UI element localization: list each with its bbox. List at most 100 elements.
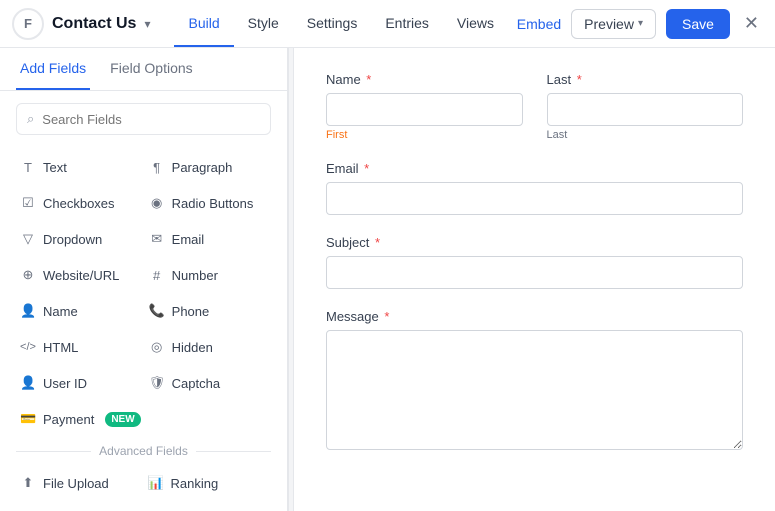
field-checkboxes[interactable]: ☑ Checkboxes — [16, 186, 145, 220]
email-required: * — [361, 161, 370, 176]
nav-settings[interactable]: Settings — [293, 1, 372, 47]
field-paragraph[interactable]: ¶ Paragraph — [145, 151, 271, 184]
last-sub-label: Last — [547, 129, 744, 141]
field-html[interactable]: </> HTML — [16, 330, 145, 364]
field-userid-label: User ID — [43, 376, 87, 391]
field-file-upload[interactable]: ⬆ File Upload — [16, 466, 144, 500]
ranking-icon: 📊 — [148, 475, 164, 491]
email-input[interactable] — [326, 182, 743, 215]
advanced-fields-grid: ⬆ File Upload 📊 Ranking — [16, 466, 271, 500]
last-name-input[interactable] — [547, 93, 744, 126]
save-button[interactable]: Save — [666, 9, 730, 39]
field-payment-label: Payment — [43, 412, 94, 427]
preview-button[interactable]: Preview ▾ — [571, 9, 656, 39]
field-radio[interactable]: ◉ Radio Buttons — [145, 186, 271, 220]
field-number[interactable]: # Number — [145, 258, 271, 292]
field-email-label: Email — [172, 232, 205, 247]
name-label: Name * — [326, 72, 523, 87]
header: F Contact Us ▾ Build Style Settings Entr… — [0, 0, 775, 48]
subject-label: Subject * — [326, 235, 743, 250]
radio-icon: ◉ — [149, 195, 165, 211]
app-logo: F — [12, 8, 44, 40]
message-row: Message * — [326, 309, 743, 450]
name-required: * — [363, 72, 372, 87]
search-input[interactable] — [42, 112, 260, 127]
field-name-label: Name — [43, 304, 78, 319]
field-ranking-label: Ranking — [171, 476, 219, 491]
website-icon: ⊕ — [20, 267, 36, 283]
embed-button[interactable]: Embed — [517, 16, 561, 32]
field-paragraph-label: Paragraph — [172, 160, 233, 175]
field-checkboxes-label: Checkboxes — [43, 196, 115, 211]
field-phone-label: Phone — [172, 304, 210, 319]
message-textarea[interactable] — [326, 330, 743, 450]
subject-required: * — [371, 235, 380, 250]
subject-row: Subject * — [326, 235, 743, 289]
tab-add-fields[interactable]: Add Fields — [16, 48, 90, 90]
field-hidden-label: Hidden — [172, 340, 213, 355]
message-required: * — [381, 309, 390, 324]
nav-entries[interactable]: Entries — [371, 1, 443, 47]
file-upload-icon: ⬆ — [20, 475, 36, 491]
field-captcha-label: Captcha — [172, 376, 220, 391]
phone-icon: 📞 — [149, 303, 165, 319]
search-wrap: ⌕ — [0, 91, 287, 147]
paragraph-icon: ¶ — [149, 160, 165, 175]
sidebar: Add Fields Field Options ⌕ T Text ¶ Para… — [0, 48, 288, 511]
field-dropdown[interactable]: ▽ Dropdown — [16, 222, 145, 256]
nav-build[interactable]: Build — [174, 1, 233, 47]
dropdown-icon: ▽ — [20, 231, 36, 247]
field-hidden[interactable]: ◎ Hidden — [145, 330, 271, 364]
subject-group: Subject * — [326, 235, 743, 289]
payment-icon: 💳 — [20, 411, 36, 427]
main-layout: Add Fields Field Options ⌕ T Text ¶ Para… — [0, 48, 775, 511]
main-nav: Build Style Settings Entries Views — [174, 1, 508, 47]
divider-line-right — [196, 451, 271, 452]
preview-chevron-icon: ▾ — [638, 18, 643, 29]
fields-list: T Text ¶ Paragraph ☑ Checkboxes ◉ Radio … — [0, 147, 287, 511]
nav-style[interactable]: Style — [234, 1, 293, 47]
last-label: Last * — [547, 72, 744, 87]
search-icon: ⌕ — [27, 111, 34, 127]
search-box: ⌕ — [16, 103, 271, 135]
form-area: Name * First Last * Last Email * — [294, 48, 775, 511]
advanced-label: Advanced Fields — [99, 444, 188, 458]
advanced-divider: Advanced Fields — [16, 436, 271, 466]
title-chevron-icon[interactable]: ▾ — [144, 17, 150, 31]
first-name-group: Name * First — [326, 72, 523, 141]
field-website-label: Website/URL — [43, 268, 119, 283]
tab-field-options[interactable]: Field Options — [106, 48, 196, 90]
page-title: Contact Us — [52, 15, 136, 33]
close-button[interactable]: ✕ — [740, 9, 763, 38]
field-payment[interactable]: 💳 Payment NEW — [16, 402, 145, 436]
field-text-label: Text — [43, 160, 67, 175]
fields-grid: T Text ¶ Paragraph ☑ Checkboxes ◉ Radio … — [16, 151, 271, 436]
hidden-icon: ◎ — [149, 339, 165, 355]
last-name-group: Last * Last — [547, 72, 744, 141]
text-icon: T — [20, 160, 36, 175]
captcha-icon: 🛡 — [149, 375, 165, 391]
field-radio-label: Radio Buttons — [172, 196, 254, 211]
field-number-label: Number — [172, 268, 218, 283]
field-userid[interactable]: 👤 User ID — [16, 366, 145, 400]
name-icon: 👤 — [20, 303, 36, 319]
field-website[interactable]: ⊕ Website/URL — [16, 258, 145, 292]
message-label: Message * — [326, 309, 743, 324]
email-group: Email * — [326, 161, 743, 215]
subject-input[interactable] — [326, 256, 743, 289]
field-text[interactable]: T Text — [16, 151, 145, 184]
checkboxes-icon: ☑ — [20, 195, 36, 211]
field-phone[interactable]: 📞 Phone — [145, 294, 271, 328]
email-icon: ✉ — [149, 231, 165, 247]
message-group: Message * — [326, 309, 743, 450]
field-name[interactable]: 👤 Name — [16, 294, 145, 328]
first-name-input[interactable] — [326, 93, 523, 126]
field-ranking[interactable]: 📊 Ranking — [144, 466, 272, 500]
last-required: * — [573, 72, 582, 87]
header-actions: Embed Preview ▾ Save ✕ — [517, 9, 763, 39]
field-file-upload-label: File Upload — [43, 476, 109, 491]
field-html-label: HTML — [43, 340, 78, 355]
nav-views[interactable]: Views — [443, 1, 508, 47]
field-captcha[interactable]: 🛡 Captcha — [145, 366, 271, 400]
field-email[interactable]: ✉ Email — [145, 222, 271, 256]
